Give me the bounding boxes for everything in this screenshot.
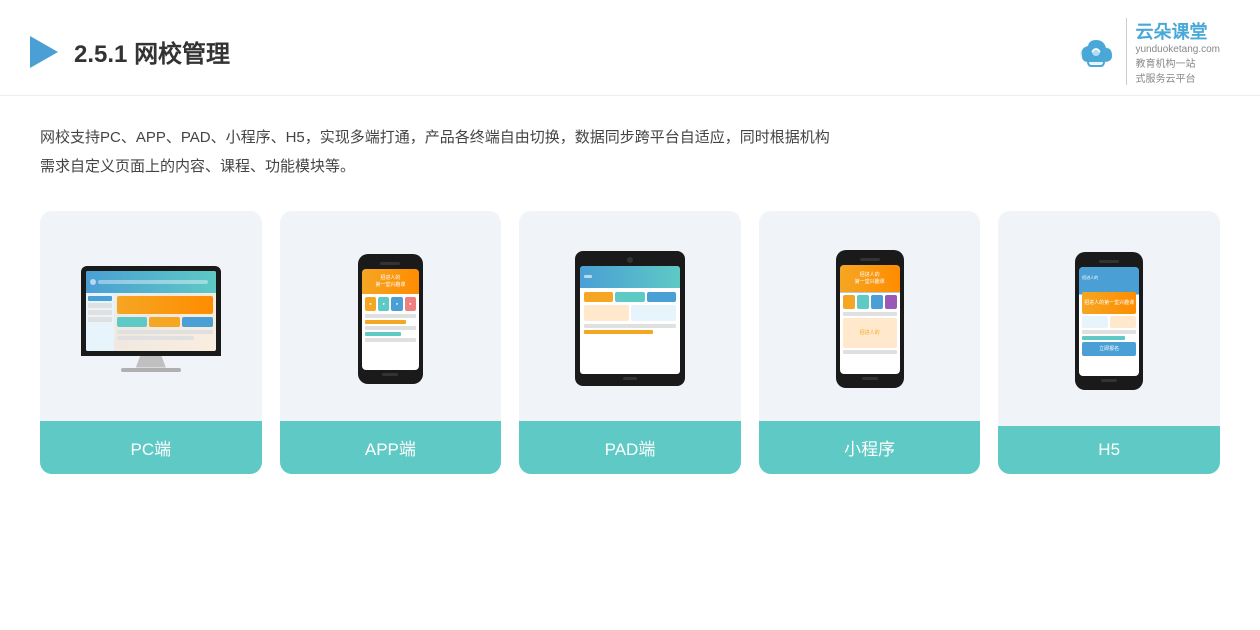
h5-phone-mockup: 招进人的 招进人的第一堂兴趣课 立即报名 bbox=[1075, 252, 1143, 390]
miniprogram-phone-screen: 招进人的第一堂兴趣课 招进人的 bbox=[840, 265, 900, 374]
pc-stand bbox=[136, 356, 166, 368]
description: 网校支持PC、APP、PAD、小程序、H5，实现多端打通，产品各终端自由切换，数… bbox=[0, 96, 1260, 191]
brand-logo: 云朵课堂 yunduoketang.com 教育机构一站 式服务云平台 bbox=[1074, 18, 1220, 85]
card-h5-label: H5 bbox=[998, 426, 1220, 474]
card-pad-image bbox=[519, 211, 741, 421]
card-app-label: APP端 bbox=[280, 421, 502, 474]
card-pc-label: PC端 bbox=[40, 421, 262, 474]
card-pc-image bbox=[40, 211, 262, 421]
brand-url: yunduoketang.com bbox=[1135, 44, 1220, 55]
h5-home-button bbox=[1101, 379, 1117, 382]
h5-phone-screen: 招进人的 招进人的第一堂兴趣课 立即报名 bbox=[1079, 267, 1139, 376]
phone-speaker bbox=[380, 262, 400, 265]
card-miniprogram-image: 招进人的第一堂兴趣课 招进人的 bbox=[759, 211, 981, 421]
tablet-screen bbox=[580, 266, 680, 374]
tablet-home-button bbox=[623, 377, 637, 380]
description-line1: 网校支持PC、APP、PAD、小程序、H5，实现多端打通，产品各终端自由切换，数… bbox=[40, 124, 1220, 153]
cloud-logo-icon bbox=[1074, 34, 1118, 70]
app-phone-mockup: 招进人的第一堂兴趣课 ● ● ● ● bbox=[358, 254, 423, 384]
card-miniprogram: 招进人的第一堂兴趣课 招进人的 bbox=[759, 211, 981, 474]
page: 2.5.1 网校管理 云朵课堂 yunduoketang.com 教育机构一站 bbox=[0, 0, 1260, 630]
description-line2: 需求自定义页面上的内容、课程、功能模块等。 bbox=[40, 153, 1220, 182]
brand-tagline2: 式服务云平台 bbox=[1135, 70, 1220, 85]
card-h5-image: 招进人的 招进人的第一堂兴趣课 立即报名 bbox=[998, 211, 1220, 426]
header-left: 2.5.1 网校管理 bbox=[30, 34, 230, 69]
h5-speaker bbox=[1099, 260, 1119, 263]
pc-base bbox=[121, 368, 181, 372]
header: 2.5.1 网校管理 云朵课堂 yunduoketang.com 教育机构一站 bbox=[0, 0, 1260, 96]
pc-screen-outer bbox=[81, 266, 221, 356]
logo-triangle-icon bbox=[30, 36, 58, 68]
miniprogram-home-button bbox=[862, 377, 878, 380]
card-app-image: 招进人的第一堂兴趣课 ● ● ● ● bbox=[280, 211, 502, 421]
card-pad: PAD端 bbox=[519, 211, 741, 474]
card-app: 招进人的第一堂兴趣课 ● ● ● ● bbox=[280, 211, 502, 474]
brand-text: 云朵课堂 yunduoketang.com 教育机构一站 式服务云平台 bbox=[1126, 18, 1220, 85]
pc-mockup bbox=[81, 266, 221, 372]
header-right: 云朵课堂 yunduoketang.com 教育机构一站 式服务云平台 bbox=[1074, 18, 1220, 85]
app-phone-screen: 招进人的第一堂兴趣课 ● ● ● ● bbox=[362, 269, 419, 370]
card-pad-label: PAD端 bbox=[519, 421, 741, 474]
miniprogram-speaker bbox=[860, 258, 880, 261]
card-h5: 招进人的 招进人的第一堂兴趣课 立即报名 bbox=[998, 211, 1220, 474]
pc-screen-inner bbox=[86, 271, 216, 351]
brand-name: 云朵课堂 bbox=[1135, 18, 1220, 44]
page-title: 2.5.1 网校管理 bbox=[74, 34, 230, 69]
cards-section: PC端 招进人的第一堂兴趣课 ● ● ● bbox=[0, 191, 1260, 494]
card-miniprogram-label: 小程序 bbox=[759, 421, 981, 474]
card-pc: PC端 bbox=[40, 211, 262, 474]
tablet-camera bbox=[627, 257, 633, 263]
phone-home-button bbox=[382, 373, 398, 376]
brand-tagline1: 教育机构一站 bbox=[1135, 55, 1220, 70]
tablet-mockup bbox=[575, 251, 685, 386]
miniprogram-phone-mockup: 招进人的第一堂兴趣课 招进人的 bbox=[836, 250, 904, 388]
